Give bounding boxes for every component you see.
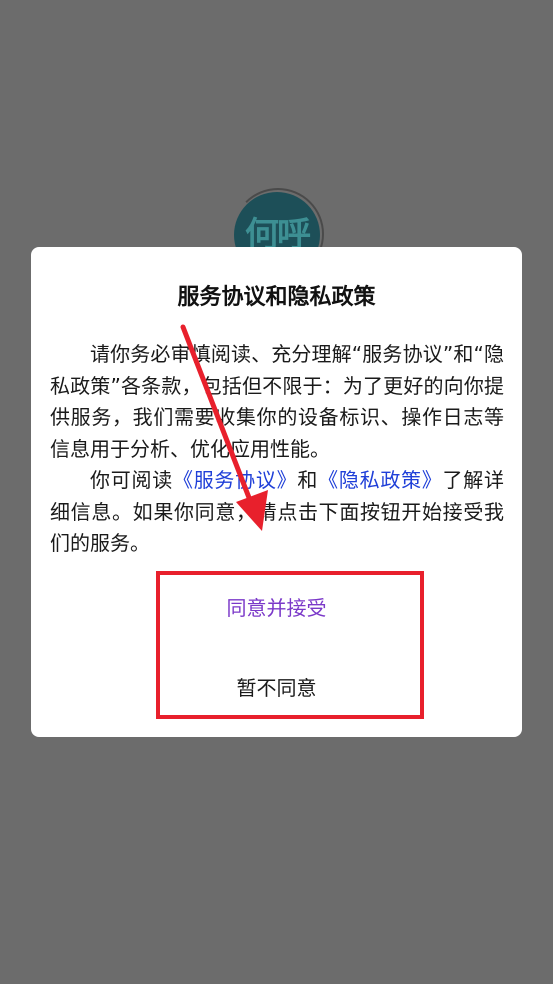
agree-button[interactable]: 同意并接受 xyxy=(31,591,522,622)
paragraph-2-and: 和 xyxy=(297,468,319,492)
privacy-dialog: 服务协议和隐私政策 请你务必审慎阅读、充分理解“服务协议”和“隐私政策”各条款，… xyxy=(31,247,522,737)
dialog-paragraph-1: 请你务必审慎阅读、充分理解“服务协议”和“隐私政策”各条款，包括但不限于：为了更… xyxy=(50,342,504,461)
dialog-paragraph-2: 你可阅读《服务协议》和《隐私政策》了解详细信息。如果你同意，请点击下面按钮开始接… xyxy=(50,465,504,560)
service-agreement-link[interactable]: 《服务协议》 xyxy=(173,468,297,492)
dialog-title: 服务协议和隐私政策 xyxy=(177,285,376,310)
disagree-button[interactable]: 暂不同意 xyxy=(31,671,522,702)
dialog-body: 请你务必审慎阅读、充分理解“服务协议”和“隐私政策”各条款，包括但不限于：为了更… xyxy=(50,339,504,560)
paragraph-2-prefix: 你可阅读 xyxy=(90,468,173,492)
privacy-policy-link[interactable]: 《隐私政策》 xyxy=(318,468,442,492)
